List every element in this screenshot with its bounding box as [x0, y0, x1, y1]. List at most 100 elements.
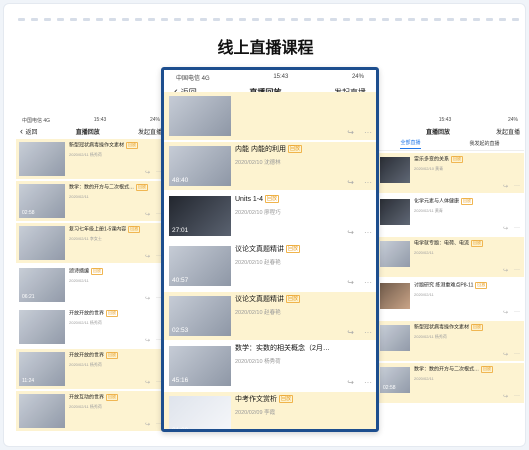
share-icon[interactable] — [145, 169, 150, 176]
video-thumbnail[interactable]: 06:21 — [19, 268, 65, 302]
more-icon[interactable] — [514, 267, 520, 274]
video-thumbnail[interactable]: 02:58 — [380, 367, 410, 393]
clock: 15:43 — [93, 117, 107, 123]
list-item[interactable]: 雷乐多变的关系 回放 2020/02/10 黄青 — [376, 153, 524, 193]
list-item[interactable]: 01:09 中考作文赏析 回放 2020/02/09 李霞 — [164, 392, 376, 432]
duration-label: 27:01 — [172, 227, 189, 234]
video-thumbnail[interactable] — [380, 283, 410, 309]
video-thumbnail[interactable] — [169, 96, 231, 136]
tab-all-live[interactable]: 全部直播 — [400, 139, 421, 149]
video-thumbnail[interactable] — [19, 394, 65, 428]
more-icon[interactable] — [514, 225, 520, 232]
share-icon[interactable] — [503, 351, 508, 358]
item-teacher: 廖程巧 — [264, 210, 281, 217]
list-item[interactable]: 06:21 颂诗摘编 回放 2020/02/11 — [16, 265, 166, 305]
item-date: 2020/02/11 — [69, 277, 89, 283]
list-item[interactable]: 40:57 议论文真题精讲 回放 2020/02/10 赵春艳 — [164, 242, 376, 290]
more-icon[interactable] — [364, 228, 372, 237]
more-icon[interactable] — [514, 183, 520, 190]
item-actions — [347, 328, 372, 337]
share-icon[interactable] — [503, 183, 508, 190]
replay-badge: 回放 — [126, 142, 139, 149]
more-icon[interactable] — [514, 309, 520, 316]
back-button[interactable]: 返回 — [20, 126, 38, 136]
video-thumbnail[interactable]: 45:16 — [169, 346, 231, 386]
video-thumbnail[interactable] — [19, 142, 65, 176]
video-thumbnail[interactable] — [380, 325, 410, 351]
list-item[interactable]: 02:58 数学：数的开方与二次根式… 回放 2020/02/11 — [376, 363, 524, 403]
item-date: 2020/02/11 — [69, 403, 89, 409]
list-item[interactable] — [164, 92, 376, 140]
more-icon[interactable] — [514, 393, 520, 400]
share-icon[interactable] — [503, 225, 508, 232]
more-icon[interactable] — [364, 328, 372, 337]
list-item[interactable]: 48:40 内能 内能的利用 回放 2020/02/10 沈德林 — [164, 142, 376, 190]
share-icon[interactable] — [347, 178, 354, 187]
list-item[interactable]: 开放开放的世界 回放 2020/02/11 杨秀荷 — [16, 307, 166, 347]
page-title: 线上直播课程 — [217, 40, 314, 57]
list-item[interactable]: 电学就专题：电荷、电流 回放 2020/02/11 — [376, 237, 524, 277]
share-icon[interactable] — [145, 295, 150, 302]
list-item[interactable]: 复习七年级上册1-5课内容 回放 2020/02/11 李女士 — [16, 223, 166, 263]
video-thumbnail[interactable]: 02:58 — [19, 184, 65, 218]
item-title-row: 内能 内能的利用 回放 — [235, 145, 372, 154]
item-meta: 2020/02/11 — [414, 292, 520, 297]
video-thumbnail[interactable] — [19, 226, 65, 260]
nav-bar: 直播回放 发起直播 — [376, 125, 524, 137]
start-live-button[interactable]: 发起直播 — [496, 127, 520, 136]
nav-title: 直播回放 — [75, 129, 100, 136]
share-icon[interactable] — [347, 278, 354, 287]
share-icon[interactable] — [503, 393, 508, 400]
video-thumbnail[interactable]: 02:53 — [169, 296, 231, 336]
list-item[interactable]: 讨题研究 练测重难点P8-11 回放 2020/02/11 — [376, 279, 524, 319]
video-thumbnail[interactable] — [380, 199, 410, 225]
share-icon[interactable] — [347, 228, 354, 237]
list-item[interactable]: 02:58 数学：数的开方与二次根式… 回放 2020/02/11 — [16, 181, 166, 221]
share-icon[interactable] — [503, 267, 508, 274]
more-icon[interactable] — [364, 178, 372, 187]
video-thumbnail[interactable]: 11:24 — [19, 352, 65, 386]
video-thumbnail[interactable] — [380, 157, 410, 183]
more-icon[interactable] — [364, 428, 372, 429]
more-icon[interactable] — [514, 351, 520, 358]
share-icon[interactable] — [347, 378, 354, 387]
item-title: 雷乐多变的关系 — [414, 156, 450, 163]
share-icon[interactable] — [503, 309, 508, 316]
start-live-button[interactable]: 发起直播 — [138, 127, 162, 136]
list-item[interactable]: 27:01 Units 1-4 回放 2020/02/10 廖程巧 — [164, 192, 376, 240]
list-item[interactable]: 11:24 开放开放的世界 回放 2020/02/11 杨秀荷 — [16, 349, 166, 389]
replay-badge: 回放 — [106, 352, 119, 359]
list-item[interactable]: 45:16 数学：实数的相关概念（2月… 2020/02/10 杨秀荷 — [164, 342, 376, 390]
video-thumbnail[interactable]: 27:01 — [169, 196, 231, 236]
video-thumbnail[interactable]: 01:09 — [169, 396, 231, 432]
more-icon[interactable] — [364, 128, 372, 137]
item-info: 议论文真题精讲 回放 2020/02/10 赵春艳 — [231, 242, 376, 290]
item-actions — [503, 225, 520, 232]
video-thumbnail[interactable] — [380, 241, 410, 267]
share-icon[interactable] — [347, 328, 354, 337]
more-icon[interactable] — [364, 378, 372, 387]
share-icon[interactable] — [347, 428, 354, 429]
video-thumbnail[interactable] — [19, 310, 65, 344]
item-title: 议论文真题精讲 — [235, 245, 284, 253]
list-item[interactable]: 开放互动的世界 回放 2020/02/11 杨秀荷 — [16, 391, 166, 431]
item-info: Units 1-4 回放 2020/02/10 廖程巧 — [231, 192, 376, 240]
list-item[interactable]: 化学元素与人体健康 回放 2020/02/11 黄青 — [376, 195, 524, 235]
share-icon[interactable] — [145, 211, 150, 218]
share-icon[interactable] — [145, 379, 150, 386]
video-thumbnail[interactable]: 40:57 — [169, 246, 231, 286]
duration-label: 01:09 — [172, 427, 189, 432]
list-item[interactable]: 02:53 议论文真题精讲 回放 2020/02/10 赵春艳 — [164, 292, 376, 340]
share-icon[interactable] — [347, 128, 354, 137]
video-thumbnail[interactable]: 48:40 — [169, 146, 231, 186]
share-icon[interactable] — [145, 421, 150, 428]
tab-my-live[interactable]: 我发起的直播 — [469, 140, 499, 147]
more-icon[interactable] — [364, 278, 372, 287]
item-title-row: 化学元素与人体健康 回放 — [414, 198, 520, 205]
share-icon[interactable] — [145, 337, 150, 344]
item-title: 数学：实数的相关概念（2月… — [235, 345, 330, 352]
list-item[interactable]: 新型冠状病毒操作文素材 回放 2020/02/11 杨秀荷 — [16, 139, 166, 179]
item-date: 2020/02/11 — [69, 235, 89, 241]
share-icon[interactable] — [145, 253, 150, 260]
list-item[interactable]: 新型冠状病毒操作文素材 回放 2020/02/11 杨秀荷 — [376, 321, 524, 361]
